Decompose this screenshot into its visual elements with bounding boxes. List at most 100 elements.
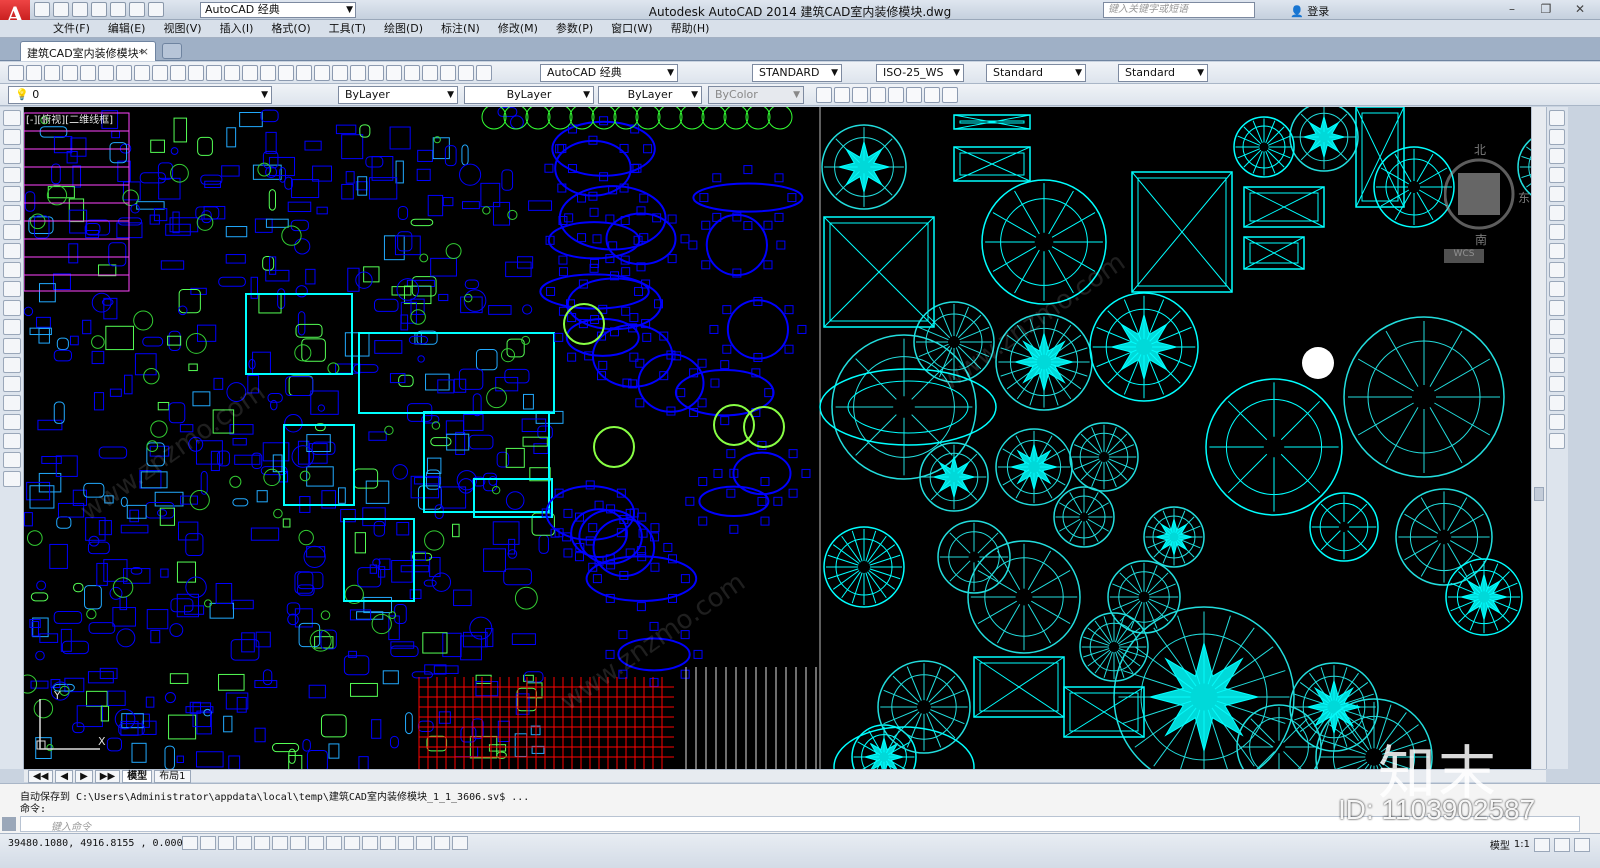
menu-item-10[interactable]: 窗口(W) [602, 22, 661, 36]
modify-tool-icon[interactable] [1549, 205, 1565, 221]
modify-tool-icon[interactable] [1549, 414, 1565, 430]
drafting-toggle-icon[interactable] [200, 836, 216, 850]
horizontal-scrollbar[interactable]: ◀◀ ◀ ▶ ▶▶ 模型 布局1 [24, 769, 1546, 783]
menu-item-6[interactable]: 绘图(D) [375, 22, 432, 36]
workspace-switch-icon[interactable] [1534, 837, 1550, 852]
standard-tool-icon[interactable] [80, 65, 96, 81]
close-button[interactable]: ✕ [1564, 0, 1596, 18]
draw-tool-icon[interactable] [3, 224, 21, 240]
drafting-toggle-icon[interactable] [344, 836, 360, 850]
modify-tool-icon[interactable] [1549, 300, 1565, 316]
drawing-canvas[interactable]: [-][俯视][二维线框] www.znzmo.com www.znzmo.co… [24, 107, 1531, 769]
standard-tool-icon[interactable] [296, 65, 312, 81]
view-tool-icon[interactable] [942, 87, 958, 103]
menu-item-11[interactable]: 帮助(H) [662, 22, 719, 36]
draw-tool-icon[interactable] [3, 414, 21, 430]
draw-tool-icon[interactable] [3, 110, 21, 126]
draw-tool-icon[interactable] [3, 300, 21, 316]
modify-tool-icon[interactable] [1549, 376, 1565, 392]
draw-tool-icon[interactable] [3, 395, 21, 411]
menu-item-4[interactable]: 格式(O) [262, 22, 319, 36]
modify-tool-icon[interactable] [1549, 319, 1565, 335]
modify-tool-icon[interactable] [1549, 110, 1565, 126]
table-style-select[interactable]: Standard ▼ [986, 64, 1086, 82]
layout-tab-1[interactable]: 布局1 [154, 770, 191, 783]
annotation-scale[interactable]: 1:1 [1514, 839, 1530, 850]
draw-tool-icon[interactable] [3, 471, 21, 487]
draw-tool-icon[interactable] [3, 205, 21, 221]
menu-item-1[interactable]: 编辑(E) [99, 22, 155, 36]
standard-tool-icon[interactable] [8, 65, 24, 81]
draw-tool-icon[interactable] [3, 433, 21, 449]
standard-tool-icon[interactable] [116, 65, 132, 81]
view-tool-icon[interactable] [924, 87, 940, 103]
standard-tool-icon[interactable] [422, 65, 438, 81]
modify-tool-icon[interactable] [1549, 186, 1565, 202]
standard-tool-icon[interactable] [134, 65, 150, 81]
standard-tool-icon[interactable] [224, 65, 240, 81]
modify-tool-icon[interactable] [1549, 224, 1565, 240]
workspace-toolbar-select[interactable]: AutoCAD 经典 ▼ [540, 64, 678, 82]
color-select[interactable]: ByLayer ▼ [338, 86, 458, 104]
view-tool-icon[interactable] [888, 87, 904, 103]
new-tab-button[interactable] [162, 43, 182, 59]
drafting-toggle-icon[interactable] [236, 836, 252, 850]
tab-nav-button[interactable]: ▶▶ [94, 770, 121, 783]
modify-tool-icon[interactable] [1549, 395, 1565, 411]
standard-tool-icon[interactable] [404, 65, 420, 81]
menu-item-9[interactable]: 参数(P) [547, 22, 602, 36]
drafting-toggle-icon[interactable] [380, 836, 396, 850]
modify-tool-icon[interactable] [1549, 148, 1565, 164]
layer-select[interactable]: 💡 0 ▼ [8, 86, 272, 104]
drafting-toggle-icon[interactable] [182, 836, 198, 850]
standard-tool-icon[interactable] [242, 65, 258, 81]
draw-tool-icon[interactable] [3, 452, 21, 468]
standard-tool-icon[interactable] [332, 65, 348, 81]
tab-nav-button[interactable]: ◀ [55, 770, 74, 783]
viewport-controls[interactable]: [-][俯视][二维线框] [26, 111, 113, 126]
draw-tool-icon[interactable] [3, 262, 21, 278]
menu-item-3[interactable]: 插入(I) [211, 22, 263, 36]
standard-tool-icon[interactable] [206, 65, 222, 81]
mleader-style-select[interactable]: Standard ▼ [1118, 64, 1208, 82]
restore-button[interactable]: ❐ [1530, 0, 1562, 18]
menu-item-2[interactable]: 视图(V) [154, 22, 210, 36]
draw-tool-icon[interactable] [3, 148, 21, 164]
draw-tool-icon[interactable] [3, 243, 21, 259]
standard-tool-icon[interactable] [368, 65, 384, 81]
scroll-thumb[interactable] [1534, 487, 1544, 501]
standard-tool-icon[interactable] [170, 65, 186, 81]
drafting-toggle-icon[interactable] [452, 836, 468, 850]
text-style-select[interactable]: STANDARD ▼ [752, 64, 842, 82]
draw-tool-icon[interactable] [3, 129, 21, 145]
standard-tool-icon[interactable] [458, 65, 474, 81]
view-tool-icon[interactable] [816, 87, 832, 103]
vertical-scrollbar[interactable] [1531, 107, 1546, 769]
modify-tool-icon[interactable] [1549, 243, 1565, 259]
drafting-toggle-icon[interactable] [254, 836, 270, 850]
minimize-button[interactable]: – [1496, 0, 1528, 18]
standard-tool-icon[interactable] [44, 65, 60, 81]
linetype-select[interactable]: ByLayer ▼ [464, 86, 594, 104]
modify-tool-icon[interactable] [1549, 338, 1565, 354]
modify-tool-icon[interactable] [1549, 281, 1565, 297]
modify-tool-icon[interactable] [1549, 262, 1565, 278]
draw-tool-icon[interactable] [3, 281, 21, 297]
standard-tool-icon[interactable] [350, 65, 366, 81]
standard-tool-icon[interactable] [152, 65, 168, 81]
menu-item-7[interactable]: 标注(N) [432, 22, 489, 36]
draw-tool-icon[interactable] [3, 338, 21, 354]
drafting-toggle-icon[interactable] [218, 836, 234, 850]
drafting-toggle-icon[interactable] [362, 836, 378, 850]
draw-tool-icon[interactable] [3, 186, 21, 202]
model-space-button[interactable]: 模型 [1490, 837, 1510, 852]
drafting-toggle-icon[interactable] [272, 836, 288, 850]
standard-tool-icon[interactable] [62, 65, 78, 81]
modify-tool-icon[interactable] [1549, 433, 1565, 449]
view-tool-icon[interactable] [834, 87, 850, 103]
standard-tool-icon[interactable] [188, 65, 204, 81]
standard-tool-icon[interactable] [440, 65, 456, 81]
view-tool-icon[interactable] [870, 87, 886, 103]
tab-nav-button[interactable]: ◀◀ [28, 770, 54, 783]
standard-tool-icon[interactable] [260, 65, 276, 81]
